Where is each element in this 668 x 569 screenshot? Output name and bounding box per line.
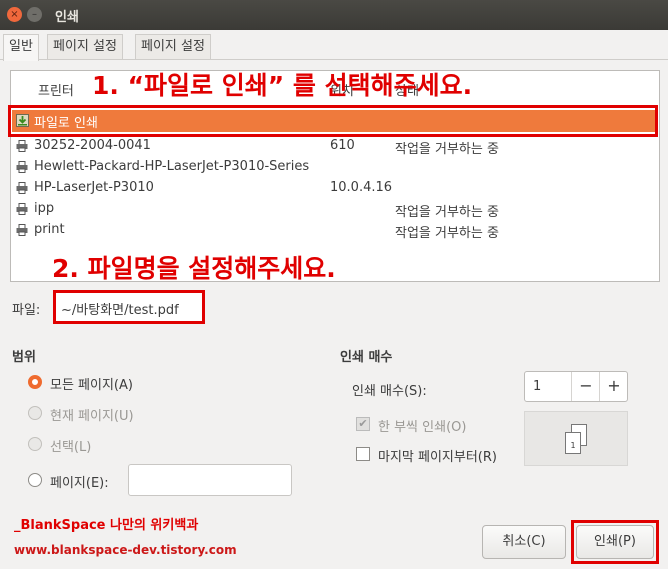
page-range-input[interactable]: [128, 464, 292, 496]
radio-selection-label: 선택(L): [50, 440, 92, 455]
highlight-box-file: [53, 290, 205, 324]
decrement-button[interactable]: −: [571, 372, 600, 401]
printer-row[interactable]: Hewlett-Packard-HP-LaserJet-P3010-Series: [12, 157, 656, 178]
printer-icon: [16, 203, 28, 215]
title-bar: [0, 0, 668, 30]
column-header-printer[interactable]: 프린터: [38, 80, 74, 99]
reverse-label[interactable]: 마지막 페이지부터(R): [378, 446, 497, 465]
tab-page-setup-2[interactable]: 페이지 설정: [135, 34, 211, 59]
copies-value[interactable]: 1: [533, 379, 541, 394]
collate-preview: 2 1: [524, 411, 628, 466]
printer-icon: [16, 161, 28, 173]
radio-current-page: [28, 406, 42, 420]
collate-label: 한 부씩 인쇄(O): [378, 420, 467, 435]
printer-name: 30252-2004-0041: [34, 138, 151, 153]
reverse-checkbox[interactable]: [356, 447, 370, 461]
minimize-icon[interactable]: –: [27, 7, 42, 22]
cancel-button[interactable]: 취소(C): [482, 525, 566, 559]
radio-page-range[interactable]: [28, 473, 42, 487]
printer-icon: [16, 182, 28, 194]
printer-icon: [16, 140, 28, 152]
annotation-step-1: 1. “파일로 인쇄” 를 선택해주세요.: [92, 71, 473, 100]
printer-name: ipp: [34, 201, 55, 216]
printer-location: 610: [330, 138, 355, 153]
printer-location: 10.0.4.16: [330, 180, 393, 195]
printer-name: print: [34, 222, 65, 237]
tab-page-setup[interactable]: 페이지 설정: [47, 34, 123, 59]
printer-row[interactable]: ipp 작업을 거부하는 중: [12, 199, 656, 220]
range-section-title: 범위: [12, 350, 36, 365]
radio-page-range-label[interactable]: 페이지(E):: [50, 472, 109, 491]
window-title: 인쇄: [55, 10, 79, 25]
tab-general[interactable]: 일반: [3, 34, 39, 61]
watermark-title: _BlankSpace 나만의 위키백과: [14, 518, 199, 533]
annotation-step-2: 2. 파일명을 설정해주세요.: [52, 254, 336, 283]
printer-name: HP-LaserJet-P3010: [34, 180, 154, 195]
file-label: 파일:: [12, 303, 41, 318]
printer-row[interactable]: HP-LaserJet-P3010 10.0.4.16: [12, 178, 656, 199]
printer-status: 작업을 거부하는 중: [395, 142, 499, 157]
printer-name: Hewlett-Packard-HP-LaserJet-P3010-Series: [34, 159, 310, 174]
printer-status: 작업을 거부하는 중: [395, 226, 499, 241]
close-icon[interactable]: ×: [7, 7, 22, 22]
printer-status: 작업을 거부하는 중: [395, 205, 499, 220]
radio-all-pages-label[interactable]: 모든 페이지(A): [50, 374, 133, 393]
copies-label: 인쇄 매수(S):: [352, 384, 427, 399]
copies-section-title: 인쇄 매수: [340, 350, 393, 365]
radio-all-pages[interactable]: [28, 375, 42, 389]
preview-page-1: 1: [565, 432, 581, 454]
radio-selection: [28, 437, 42, 451]
radio-current-page-label: 현재 페이지(U): [50, 409, 134, 424]
printer-row[interactable]: print 작업을 거부하는 중: [12, 220, 656, 241]
highlight-box-print: [571, 520, 659, 564]
copies-stepper[interactable]: 1 − +: [524, 371, 628, 402]
printer-row[interactable]: 30252-2004-0041 610 작업을 거부하는 중: [12, 136, 656, 157]
printer-icon: [16, 224, 28, 236]
highlight-box-print-to-file: [8, 105, 658, 137]
increment-button[interactable]: +: [599, 372, 628, 401]
watermark-url: www.blankspace-dev.tistory.com: [14, 543, 237, 557]
collate-checkbox: ✔: [356, 417, 370, 431]
